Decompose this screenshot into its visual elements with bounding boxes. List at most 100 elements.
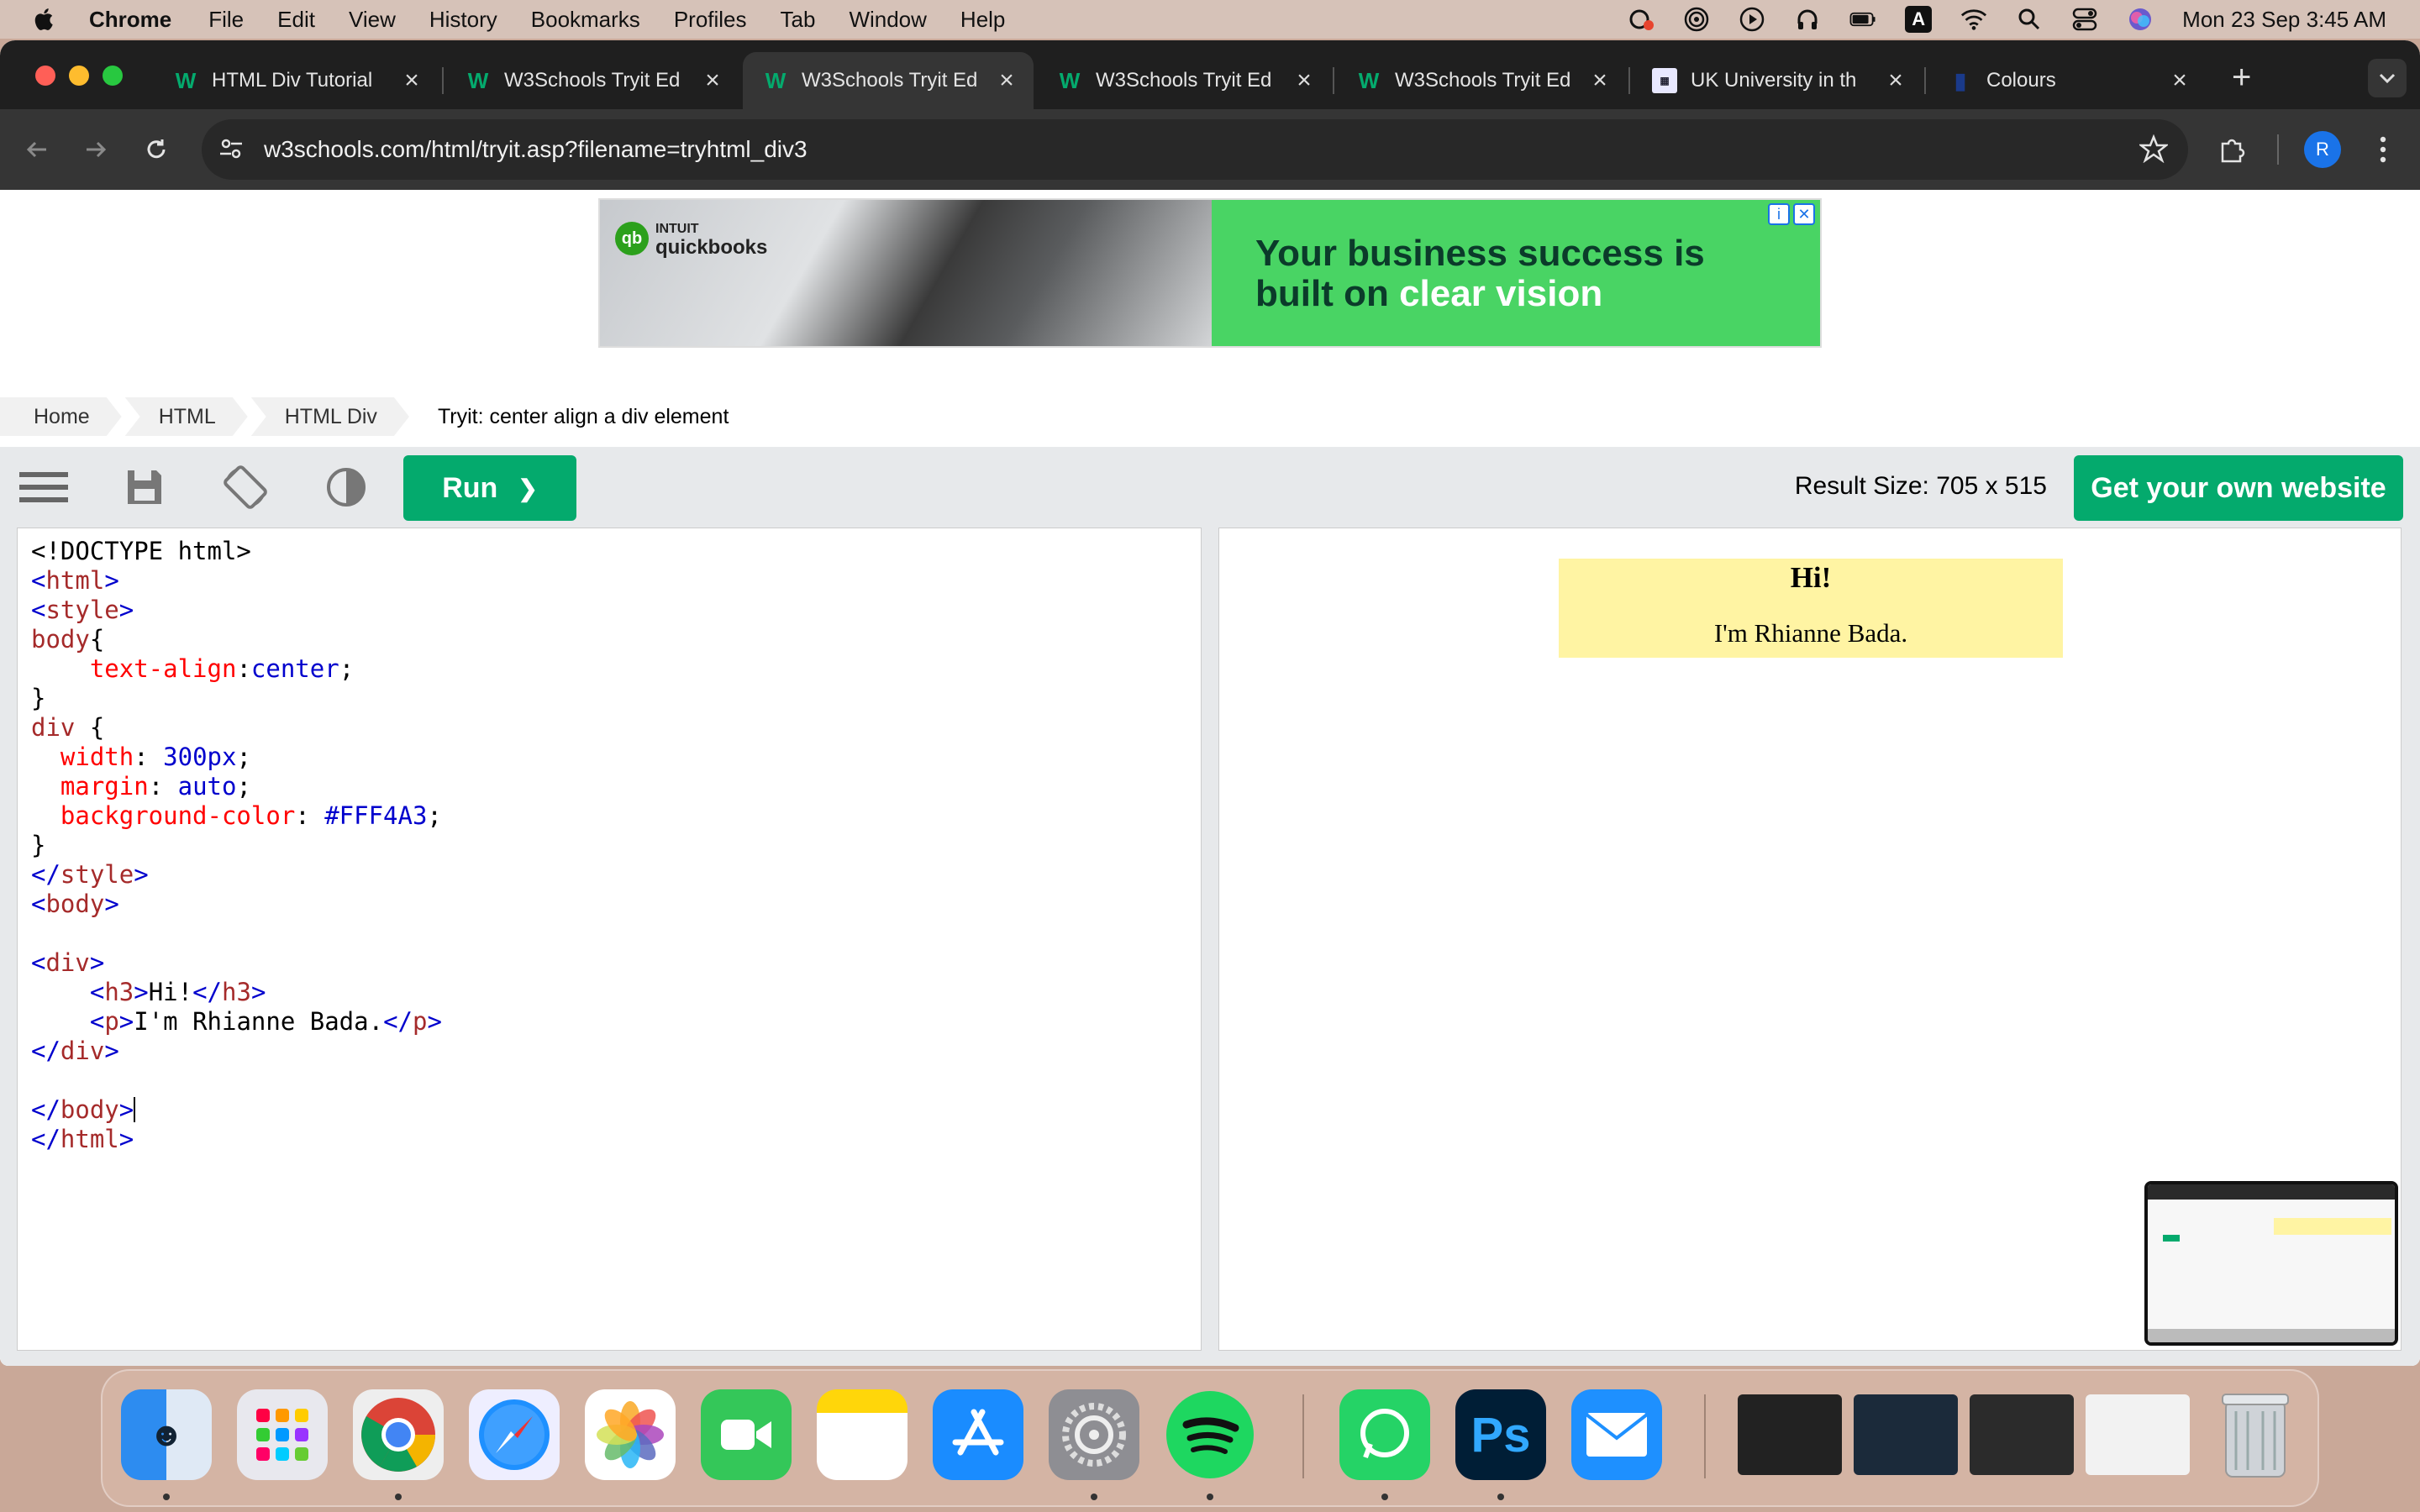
zoom-window-button[interactable] [103,66,123,86]
ad-close-icon[interactable]: ✕ [1793,203,1815,225]
safari-icon[interactable] [469,1389,560,1480]
menu-window[interactable]: Window [849,7,926,33]
close-tab-icon[interactable]: × [1585,66,1615,95]
code-line: body{ [31,625,105,654]
creative-cloud-icon[interactable] [1628,6,1655,33]
chrome-icon[interactable] [353,1389,444,1480]
chevron-down-icon [2379,73,2396,84]
advertisement-banner[interactable]: qb INTUIT quickbooks Your business succes… [598,198,1822,348]
site-info-icon[interactable] [217,134,245,163]
siri-icon[interactable] [2127,6,2154,33]
chrome-menu-button[interactable] [2365,131,2402,168]
headphones-icon[interactable] [1794,6,1821,33]
wifi-icon[interactable] [1960,6,1987,33]
code-line: background-color: #FFF4A3; [60,801,442,830]
mail-icon[interactable] [1571,1389,1662,1480]
input-source-icon[interactable]: A [1905,6,1933,33]
system-settings-icon[interactable] [1049,1389,1139,1480]
battery-icon[interactable] [1849,6,1876,33]
tab-title: UK University in th [1691,69,1857,92]
forward-button[interactable] [77,131,114,168]
minimized-window-settings[interactable] [1970,1394,2074,1475]
tab-strip: W HTML Div Tutorial × W W3Schools Tryit … [0,40,2420,109]
ad-photo: qb INTUIT quickbooks [600,200,1212,346]
code-line: } [31,684,46,712]
menu-edit[interactable]: Edit [277,7,315,33]
finder-icon[interactable]: ☻ [121,1389,212,1480]
minimized-window-spotify[interactable] [1738,1394,1842,1475]
menu-profiles[interactable]: Profiles [674,7,747,33]
menu-help[interactable]: Help [960,7,1005,33]
close-tab-icon[interactable]: × [2165,66,2195,95]
menu-tab[interactable]: Tab [781,7,816,33]
tab-colours[interactable]: ▮ Colours × [1928,52,2207,109]
breadcrumb-html-div[interactable]: HTML Div [251,397,409,436]
notes-icon[interactable] [817,1389,908,1480]
minimized-window-chrome[interactable] [2086,1394,2190,1475]
close-tab-icon[interactable]: × [697,66,728,95]
spotify-icon[interactable] [1165,1389,1255,1480]
launchpad-icon[interactable] [237,1389,328,1480]
code-line: } [31,831,46,859]
menu-bookmarks[interactable]: Bookmarks [531,7,640,33]
close-tab-icon[interactable]: × [992,66,1022,95]
menu-history[interactable]: History [429,7,497,33]
photoshop-icon[interactable]: Ps [1455,1389,1546,1480]
tab-tryit-1[interactable]: W W3Schools Tryit Ed × [445,52,739,109]
app-store-icon[interactable] [933,1389,1023,1480]
apple-icon[interactable] [30,5,59,34]
minimized-window-terminal[interactable] [1854,1394,1958,1475]
facetime-icon[interactable] [701,1389,792,1480]
browser-window: W HTML Div Tutorial × W W3Schools Tryit … [0,40,2420,1366]
tab-tryit-4[interactable]: W W3Schools Tryit Ed × [1336,52,1627,109]
profile-avatar[interactable]: R [2304,131,2341,168]
menu-hamburger-icon[interactable] [18,464,69,511]
menu-app-name[interactable]: Chrome [89,7,171,33]
control-center-icon[interactable] [2071,6,2098,33]
get-your-own-website-button[interactable]: Get your own website [2074,455,2403,521]
contrast-theme-icon[interactable] [321,464,371,511]
menu-bar: Chrome File Edit View History Bookmarks … [0,0,2420,39]
extensions-button[interactable] [2213,131,2250,168]
ad-headline: Your business success is built on clear … [1255,234,1705,314]
whatsapp-icon[interactable] [1339,1389,1430,1480]
trash-icon[interactable] [2210,1389,2301,1480]
bookmark-star-icon[interactable] [2138,134,2170,167]
menu-file[interactable]: File [208,7,244,33]
menu-view[interactable]: View [349,7,396,33]
save-icon[interactable] [119,464,170,511]
play-icon[interactable] [1739,6,1765,33]
reload-button[interactable] [138,131,175,168]
spotlight-icon[interactable] [2016,6,2043,33]
minimize-window-button[interactable] [69,66,89,86]
close-tab-icon[interactable]: × [1289,66,1319,95]
arrow-right-icon [87,141,107,158]
breadcrumb-home[interactable]: Home [0,397,122,436]
ad-info-icon[interactable]: i [1768,203,1790,225]
run-button[interactable]: Run ❯ [403,455,576,521]
tab-html-div-tutorial[interactable]: W HTML Div Tutorial × [153,52,439,109]
tab-tryit-3[interactable]: W W3Schools Tryit Ed × [1037,52,1331,109]
photos-icon[interactable] [585,1389,676,1480]
screenshot-thumbnail[interactable] [2144,1181,2398,1346]
code-line: <div> [31,948,105,977]
airdrop-icon[interactable] [1683,6,1710,33]
breadcrumb-html[interactable]: HTML [125,397,248,436]
close-window-button[interactable] [35,66,55,86]
address-bar[interactable]: w3schools.com/html/tryit.asp?filename=tr… [202,119,2188,180]
new-tab-button[interactable]: + [2232,59,2251,97]
close-tab-icon[interactable]: × [1881,66,1911,95]
url-text[interactable]: w3schools.com/html/tryit.asp?filename=tr… [264,136,808,163]
tab-tryit-active[interactable]: W W3Schools Tryit Ed × [743,52,1034,109]
running-indicator [1381,1494,1388,1500]
tab-search-button[interactable] [2368,59,2407,97]
back-button[interactable] [18,131,55,168]
ad-headline-highlight: clear vision [1399,273,1603,314]
menu-clock[interactable]: Mon 23 Sep 3:45 AM [2182,7,2386,33]
tab-uk-university[interactable]: ▦ UK University in th × [1632,52,1923,109]
close-tab-icon[interactable]: × [397,66,427,95]
tab-title: W3Schools Tryit Ed [504,69,681,92]
running-indicator [1091,1494,1097,1500]
rotate-orientation-icon[interactable] [220,464,271,511]
code-editor[interactable]: <!DOCTYPE html> <html> <style> body{ tex… [17,528,1202,1351]
